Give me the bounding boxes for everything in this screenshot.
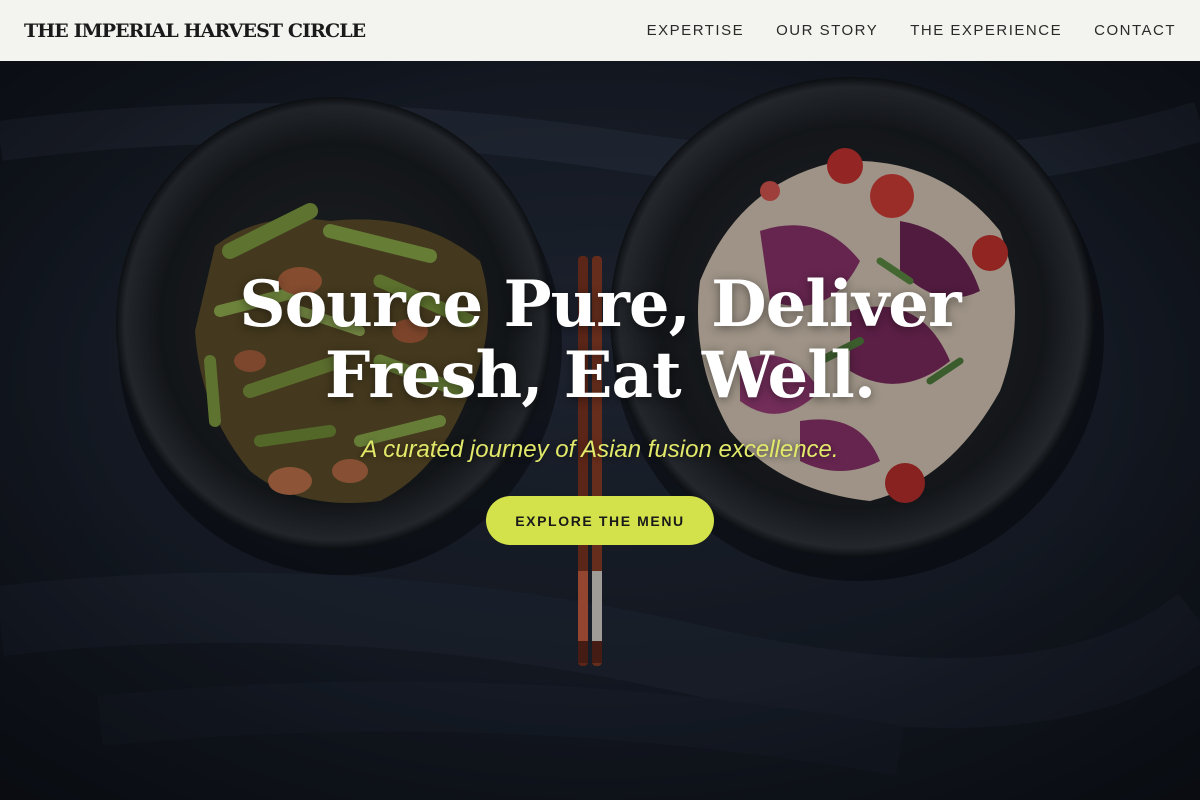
nav-item-contact[interactable]: CONTACT (1094, 22, 1176, 39)
site-header: THE IMPERIAL HARVEST CIRCLE EXPERTISE OU… (0, 0, 1200, 61)
brand-logo[interactable]: THE IMPERIAL HARVEST CIRCLE (24, 20, 366, 42)
explore-menu-button[interactable]: EXPLORE THE MENU (486, 496, 714, 545)
hero-title-line1: Source Pure, Deliver (239, 267, 961, 342)
nav-item-expertise[interactable]: EXPERTISE (647, 22, 744, 39)
hero-title-line2: Fresh, Eat Well. (324, 338, 876, 413)
hero-content: Source Pure, Deliver Fresh, Eat Well. A … (0, 61, 1200, 800)
hero-section: Source Pure, Deliver Fresh, Eat Well. A … (0, 61, 1200, 800)
main-nav: EXPERTISE OUR STORY THE EXPERIENCE CONTA… (647, 22, 1176, 39)
nav-item-our-story[interactable]: OUR STORY (776, 22, 878, 39)
hero-subtitle: A curated journey of Asian fusion excell… (361, 436, 839, 463)
nav-item-the-experience[interactable]: THE EXPERIENCE (910, 22, 1062, 39)
hero-title: Source Pure, Deliver Fresh, Eat Well. (200, 269, 1000, 411)
